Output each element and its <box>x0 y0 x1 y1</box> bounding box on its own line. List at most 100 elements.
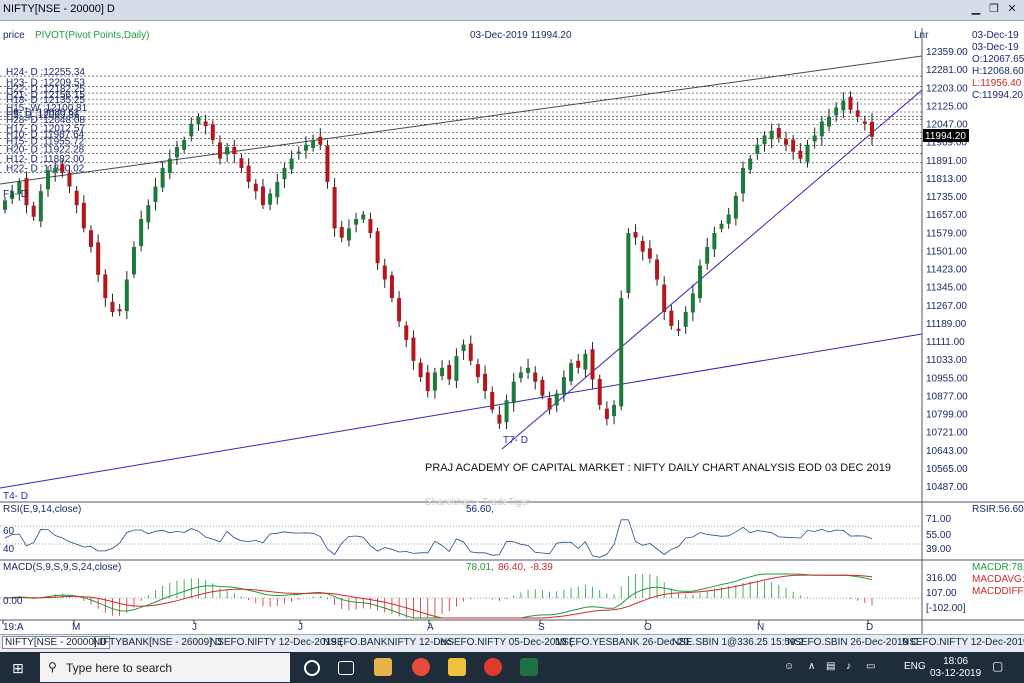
candle-body <box>88 230 93 247</box>
macd-diff-value: -8.39 <box>530 562 553 573</box>
price-tick: 12047.00 <box>926 120 968 131</box>
price-tick: 10643.00 <box>926 446 968 457</box>
candle-body <box>74 190 79 206</box>
price-tick: 11189.00 <box>926 319 967 330</box>
rsi-right-label: RSIR:56.60 <box>972 504 1024 515</box>
symbol-tab[interactable]: NSE.SBIN 1@336.25 15:59:2 <box>672 637 804 648</box>
candle-body <box>354 219 359 225</box>
candle-body <box>604 408 609 419</box>
month-label: A <box>427 622 434 633</box>
candle-body <box>117 309 122 312</box>
candle-body <box>268 193 273 205</box>
info-date-2: 03-Dec-19 <box>972 42 1019 53</box>
symbol-tab[interactable]: NSEFO.SBIN 26-Dec-2019 C <box>787 637 918 648</box>
candle-body <box>31 205 36 217</box>
candle-body <box>246 165 251 182</box>
language-indicator[interactable]: ENG <box>904 661 926 672</box>
folder-icon[interactable] <box>448 658 466 676</box>
excel-icon[interactable] <box>520 658 538 676</box>
candle-body <box>153 186 158 202</box>
candle-body <box>475 364 480 378</box>
candle-body <box>590 349 595 380</box>
candle-body <box>511 381 516 404</box>
candle-body <box>461 344 466 352</box>
candle-body <box>468 343 473 361</box>
rsi-tick-60: 60 <box>3 526 15 537</box>
candle-body <box>834 107 839 116</box>
macd-tick-0: 0.00 <box>3 596 23 607</box>
tray-up-icon[interactable]: ∧ <box>808 661 815 672</box>
info-high: H:12068.60 <box>972 66 1024 77</box>
t7-label: T7- D <box>503 435 528 446</box>
battery-icon[interactable]: ▭ <box>866 661 875 672</box>
candle-body <box>576 360 581 368</box>
candle-body <box>776 127 781 138</box>
macd-avg-value: 86.40, <box>498 562 526 573</box>
symbol-tab[interactable]: NSEFO.YESBANK 26-Dec-20 <box>555 637 689 648</box>
candle-body <box>755 144 760 155</box>
symbol-tab[interactable]: NSEFO.NIFTY 12-Dec-2019 PE <box>902 637 1024 648</box>
symbol-tab[interactable]: NSEFO.BANKNIFTY 12-Dec- <box>323 637 455 648</box>
candle-body <box>174 147 179 158</box>
candle-body <box>540 379 545 396</box>
price-tick: 12359.00 <box>926 47 968 58</box>
candle-body <box>253 183 258 192</box>
info-low: L:11956.40 <box>972 78 1022 89</box>
price-tick: 11345.00 <box>926 283 967 294</box>
cortana-icon[interactable] <box>304 660 320 676</box>
month-label: D <box>866 622 873 633</box>
candle-body <box>719 223 724 229</box>
candle-body <box>60 163 65 173</box>
chrome-icon[interactable] <box>412 658 430 676</box>
search-icon: ⚲ <box>48 660 57 674</box>
task-view-icon[interactable] <box>338 661 354 675</box>
candle-body <box>189 123 194 137</box>
clock[interactable]: 18:06 03-12-2019 <box>930 656 981 680</box>
people-icon[interactable]: ☺ <box>784 661 794 672</box>
candle-body <box>705 246 710 264</box>
candle-body <box>712 233 717 250</box>
file-explorer-icon[interactable] <box>374 658 392 676</box>
candle-body <box>490 391 495 410</box>
candle-body <box>533 372 538 382</box>
candle-body <box>504 400 509 423</box>
network-icon[interactable]: ▤ <box>826 661 835 672</box>
windows-start-icon[interactable]: ⊞ <box>12 660 24 677</box>
volume-icon[interactable]: ♪ <box>846 661 851 672</box>
candle-body <box>217 142 222 159</box>
candle-body <box>848 96 853 110</box>
search-placeholder: Type here to search <box>66 661 173 675</box>
price-tick: 10955.00 <box>926 373 968 384</box>
candle-body <box>160 167 165 188</box>
candle-body <box>81 202 86 229</box>
candle-body <box>110 301 115 313</box>
candle-body <box>662 284 667 313</box>
indicator-label: PIVOT(Pivot Points,Daily) <box>35 30 149 41</box>
macd-legend-r: MACDR:78. <box>972 562 1024 573</box>
clock-time: 18:06 <box>943 656 969 667</box>
t4-label: T4- D <box>3 491 28 502</box>
candle-body <box>483 373 488 392</box>
symbol-tab[interactable]: NIFTYBANK[NSE - 26009] D <box>93 637 222 648</box>
macd-value: 78.01, <box>466 562 494 573</box>
candle-body <box>282 167 287 180</box>
notification-icon[interactable]: ▢ <box>992 659 1003 673</box>
symbol-tab[interactable]: NSEFO.NIFTY 05-Dec-2019 ( <box>440 637 573 648</box>
candle-body <box>311 140 316 148</box>
candle-body <box>103 274 108 299</box>
candle-body <box>791 139 796 152</box>
price-tick: 12281.00 <box>926 65 968 76</box>
candle-body <box>805 144 810 162</box>
candle-body <box>762 135 767 145</box>
price-label: price <box>3 30 25 41</box>
price-chart[interactable]: H24- D :12255.34H23- D :12209.53H22- D :… <box>0 0 1024 634</box>
candle-body <box>182 140 187 150</box>
candle-body <box>124 279 129 312</box>
month-label: J <box>192 622 197 633</box>
tradetiger-icon[interactable] <box>484 658 502 676</box>
price-tick: 11501.00 <box>926 246 967 257</box>
candle-body <box>690 293 695 313</box>
candle-body <box>554 393 559 406</box>
candle-body <box>597 378 602 405</box>
taskbar-search[interactable]: ⚲ Type here to search <box>40 653 290 682</box>
